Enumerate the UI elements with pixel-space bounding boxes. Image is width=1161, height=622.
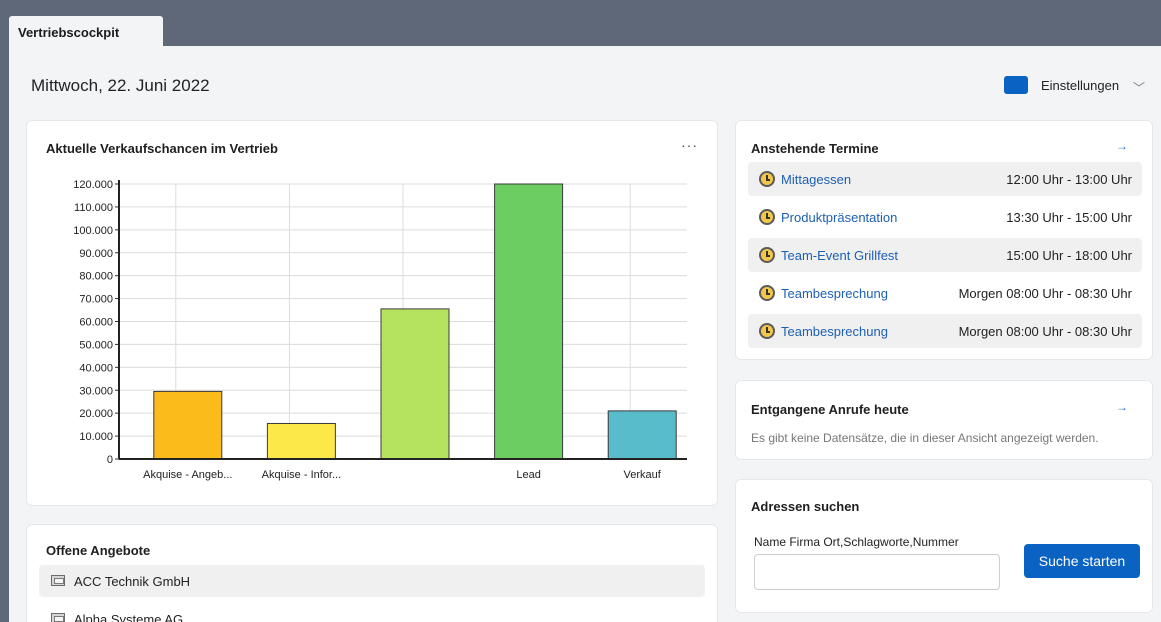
upcoming-appointments-card: Anstehende Termine → Mittagessen 12:00 U… [735, 120, 1153, 360]
y-tick-label: 10.000 [79, 431, 113, 443]
y-tick-label: 80.000 [79, 271, 113, 283]
appointment-row[interactable]: Teambesprechung Morgen 08:00 Uhr - 08:30… [748, 314, 1142, 348]
y-tick-label: 0 [107, 454, 113, 466]
appointment-time: Morgen 08:00 Uhr - 08:30 Uhr [958, 324, 1132, 339]
appointment-time: Morgen 08:00 Uhr - 08:30 Uhr [958, 286, 1132, 301]
y-tick-label: 20.000 [79, 408, 113, 420]
y-tick-label: 70.000 [79, 294, 113, 306]
y-tick-label: 120.000 [73, 179, 113, 191]
y-tick-label: 50.000 [79, 339, 113, 351]
empty-state-text: Es gibt keine Datensätze, die in dieser … [751, 431, 1099, 445]
clock-icon [759, 247, 775, 263]
clock-icon [759, 209, 775, 225]
offer-label: ACC Technik GmbH [74, 574, 191, 589]
clock-icon [759, 285, 775, 301]
bar [153, 390, 223, 460]
offer-label: Alpha Systeme AG [74, 612, 184, 622]
clock-icon [759, 171, 775, 187]
list-item[interactable]: ACC Technik GmbH [39, 565, 705, 597]
x-tick-label: Verkauf [624, 469, 662, 481]
open-appointments-icon[interactable]: → [1116, 139, 1128, 153]
appointment-row[interactable]: Produktpräsentation 13:30 Uhr - 15:00 Uh… [748, 200, 1142, 234]
bar [607, 410, 677, 460]
search-button[interactable]: Suche starten [1024, 544, 1140, 578]
address-search-title: Adressen suchen [751, 499, 860, 514]
bar-chart: 0 10.000 20.000 30.000 40.000 50.000 60.000 70.… [73, 179, 687, 481]
x-tick-label: Akquise - Infor... [262, 469, 341, 481]
chevron-down-icon[interactable]: ﹀ [1133, 79, 1145, 96]
settings-color-swatch[interactable] [1004, 76, 1028, 94]
settings-button[interactable]: Einstellungen [1041, 78, 1119, 93]
appointment-time: 15:00 Uhr - 18:00 Uhr [1006, 248, 1132, 263]
search-field-label: Name Firma Ort,Schlagworte,Nummer [754, 535, 959, 549]
tab-vertriebscockpit[interactable]: Vertriebscockpit [9, 16, 163, 46]
appointments-title: Anstehende Termine [751, 141, 879, 156]
page-date: Mittwoch, 22. Juni 2022 [31, 76, 210, 95]
bar [380, 308, 450, 460]
missed-calls-title: Entgangene Anrufe heute [751, 402, 909, 417]
appointment-time: 13:30 Uhr - 15:00 Uhr [1006, 210, 1132, 225]
y-tick-label: 110.000 [74, 202, 113, 214]
missed-calls-card: Entgangene Anrufe heute → Es gibt keine … [735, 380, 1153, 460]
tab-bar: Vertriebscockpit [0, 0, 1161, 46]
search-input[interactable] [754, 554, 1000, 590]
appointment-row[interactable]: Teambesprechung Morgen 08:00 Uhr - 08:30… [748, 276, 1142, 310]
list-item[interactable]: Alpha Systeme AG [39, 603, 705, 622]
appointment-name[interactable]: Teambesprechung [781, 286, 888, 301]
appointment-time: 12:00 Uhr - 13:00 Uhr [1006, 172, 1132, 187]
y-tick-label: 100.000 [73, 225, 113, 237]
x-tick-label: Lead [516, 469, 540, 481]
open-calls-icon[interactable]: → [1116, 400, 1128, 414]
open-offers-card: Offene Angebote ACC Technik GmbH Alpha S… [26, 524, 718, 622]
clock-icon [759, 323, 775, 339]
document-icon [51, 613, 65, 622]
appointment-name[interactable]: Teambesprechung [781, 324, 888, 339]
appointment-row[interactable]: Mittagessen 12:00 Uhr - 13:00 Uhr [748, 162, 1142, 196]
x-tick-label: Akquise - Angeb... [143, 469, 232, 481]
y-tick-label: 90.000 [79, 248, 113, 260]
y-tick-label: 40.000 [79, 362, 113, 374]
appointment-name[interactable]: Mittagessen [781, 172, 851, 187]
y-tick-label: 30.000 [79, 385, 113, 397]
appointment-row[interactable]: Team-Event Grillfest 15:00 Uhr - 18:00 U… [748, 238, 1142, 272]
document-icon [51, 575, 65, 586]
offers-title: Offene Angebote [46, 543, 151, 558]
dashboard: Mittwoch, 22. Juni 2022 Einstellungen ﹀ … [9, 46, 1161, 622]
appointment-name[interactable]: Produktpräsentation [781, 210, 897, 225]
sales-chart-card: Aktuelle Verkaufschancen im Vertrieb ···… [26, 120, 718, 506]
bar [266, 422, 336, 460]
bar [494, 183, 564, 460]
appointment-name[interactable]: Team-Event Grillfest [781, 248, 898, 263]
y-tick-label: 60.000 [79, 317, 113, 329]
address-search-card: Adressen suchen Name Firma Ort,Schlagwor… [735, 479, 1153, 613]
